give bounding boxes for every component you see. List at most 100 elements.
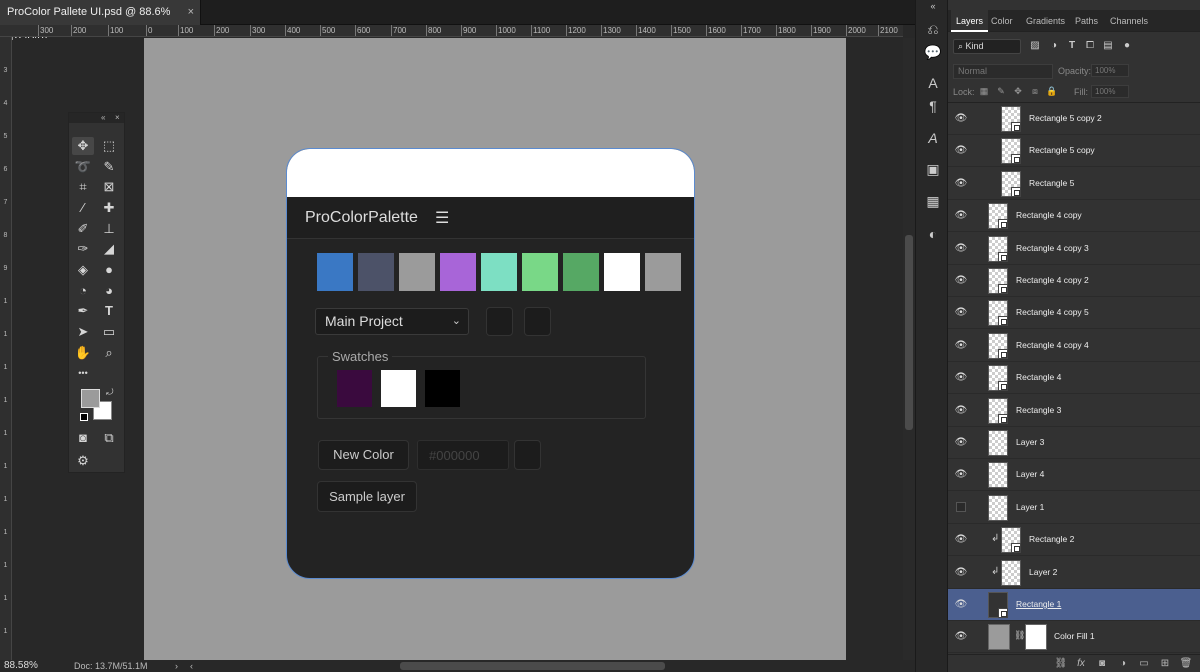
hamburger-menu-icon[interactable]: ☰ <box>435 208 449 228</box>
visibility-eye-icon[interactable]: 👁 <box>954 436 968 450</box>
lasso-tool-icon[interactable]: ➰ <box>72 158 94 176</box>
character-icon[interactable]: A <box>923 73 943 93</box>
document-size[interactable]: Doc: 13.7M/51.1M <box>74 660 148 672</box>
history-brush-tool-icon[interactable]: ✑ <box>72 240 94 258</box>
saved-swatch[interactable] <box>425 370 460 407</box>
layer-row[interactable]: 👁 Rectangle 4 copy 2 <box>948 265 1200 297</box>
foreground-color-swatch-top[interactable] <box>81 389 100 408</box>
eraser-tool-icon[interactable]: ◢ <box>98 240 120 258</box>
palette-swatch[interactable] <box>563 253 599 291</box>
link-layers-icon[interactable]: ⛓ <box>1054 658 1068 670</box>
visibility-eye-icon[interactable]: 👁 <box>954 209 968 223</box>
path-selection-tool-icon[interactable]: ➤ <box>72 323 94 341</box>
adjustments-icon[interactable]: ◐ <box>923 224 943 244</box>
saved-swatch[interactable] <box>381 370 416 407</box>
fill-input[interactable]: 100% <box>1091 85 1129 98</box>
screen-mode-icon[interactable]: ⧉ <box>98 429 120 447</box>
visibility-eye-icon[interactable]: 👁 <box>954 566 968 580</box>
visibility-eye-icon[interactable]: 👁 <box>954 598 968 612</box>
crop-tool-icon[interactable]: ⌗ <box>72 178 94 196</box>
layer-row[interactable]: Layer 1 <box>948 491 1200 524</box>
layer-row[interactable]: 👁 ↲ Layer 2 <box>948 556 1200 589</box>
move-tool-icon[interactable]: ✥ <box>72 137 94 155</box>
tab-paths[interactable]: Paths <box>1070 10 1103 32</box>
status-menu-arrow[interactable]: › <box>175 660 178 672</box>
lock-position-icon[interactable]: ✥ <box>1012 85 1024 97</box>
visibility-eye-icon[interactable]: 👁 <box>954 339 968 353</box>
layer-row[interactable]: 👁 Layer 3 <box>948 427 1200 459</box>
visibility-eye-icon[interactable]: 👁 <box>954 306 968 320</box>
layer-row[interactable]: 👁 Rectangle 3 <box>948 394 1200 427</box>
new-color-button[interactable]: New Color <box>318 440 409 470</box>
more-tools-icon[interactable]: ••• <box>72 364 94 382</box>
type-tool-icon[interactable]: T <box>98 302 120 320</box>
palette-swatch[interactable] <box>604 253 640 291</box>
palette-swatch[interactable] <box>522 253 558 291</box>
tab-color[interactable]: Color <box>986 10 1018 32</box>
hand-tool-icon[interactable]: ✋ <box>72 344 94 362</box>
visibility-off-icon[interactable] <box>956 501 966 512</box>
paragraph-icon[interactable]: ¶ <box>923 96 943 116</box>
tools-panel-header[interactable]: « × <box>69 113 124 123</box>
pen-tool-icon[interactable]: ✒ <box>72 302 94 320</box>
palette-swatch[interactable] <box>440 253 476 291</box>
layer-row[interactable]: 👁 Rectangle 5 copy <box>948 135 1200 168</box>
visibility-eye-icon[interactable]: 👁 <box>954 533 968 547</box>
eyedropper-tool-icon[interactable]: ⁄ <box>72 199 94 217</box>
horizontal-scrollbar-thumb[interactable] <box>400 662 665 670</box>
document-tab[interactable]: ProColor Pallete UI.psd @ 88.6% (RGB/8) … <box>0 0 201 43</box>
add-mask-icon[interactable]: ◙ <box>1095 658 1109 670</box>
type-filter-icon[interactable]: T <box>1065 39 1079 53</box>
visibility-eye-icon[interactable]: 👁 <box>954 630 968 644</box>
rectangle-tool-icon[interactable]: ▭ <box>98 323 120 341</box>
palette-swatch[interactable] <box>481 253 517 291</box>
expand-panels-icon[interactable]: « <box>923 0 943 12</box>
layer-style-icon[interactable]: fx <box>1074 658 1088 670</box>
brush-tool-icon[interactable]: ✐ <box>72 220 94 238</box>
quick-mask-icon[interactable]: ◙ <box>72 429 94 447</box>
visibility-eye-icon[interactable]: 👁 <box>954 112 968 126</box>
visibility-eye-icon[interactable]: 👁 <box>954 144 968 158</box>
visibility-eye-icon[interactable]: 👁 <box>954 274 968 288</box>
visibility-eye-icon[interactable]: 👁 <box>954 371 968 385</box>
zoom-tool-icon[interactable]: ⌕ <box>98 344 120 362</box>
hex-input[interactable]: #000000 <box>417 440 509 470</box>
healing-brush-tool-icon[interactable]: ✚ <box>98 199 120 217</box>
layer-row[interactable]: 👁 Rectangle 4 <box>948 362 1200 395</box>
left-ruler[interactable]: 3456789111111111111 <box>0 37 12 661</box>
new-layer-icon[interactable]: ⊞ <box>1158 658 1172 670</box>
palette-swatch[interactable] <box>399 253 435 291</box>
tab-gradients[interactable]: Gradients <box>1021 10 1070 32</box>
visibility-eye-icon[interactable]: 👁 <box>954 177 968 191</box>
frame-tool-icon[interactable]: ⊠ <box>98 178 120 196</box>
layer-row[interactable]: 👁 Rectangle 4 copy 5 <box>948 297 1200 330</box>
layer-row[interactable]: 👁 Rectangle 4 copy 3 <box>948 232 1200 265</box>
lock-pixels-icon[interactable]: ✎ <box>995 85 1007 97</box>
glyphs-icon[interactable]: A <box>923 128 943 148</box>
comments-icon[interactable]: 💬 <box>923 42 943 62</box>
layer-row[interactable]: 👁 Rectangle 5 <box>948 167 1200 200</box>
delete-layer-icon[interactable]: 🗑 <box>1179 658 1193 670</box>
color-preview-button[interactable] <box>514 440 541 470</box>
lock-all-icon[interactable]: 🔒 <box>1046 85 1058 97</box>
smart-object-filter-icon[interactable]: ▤ <box>1101 39 1115 53</box>
tab-channels[interactable]: Channels <box>1105 10 1153 32</box>
filter-toggle-icon[interactable]: ● <box>1120 39 1134 53</box>
swap-colors-icon[interactable]: ⤾ <box>106 387 114 398</box>
collapse-icon[interactable]: « <box>101 113 105 123</box>
blur-tool-icon[interactable]: ● <box>98 261 120 279</box>
project-select[interactable]: Main Project ⌄ <box>315 308 469 335</box>
new-adjustment-icon[interactable]: ◑ <box>1116 658 1130 670</box>
sample-layer-button[interactable]: Sample layer <box>317 481 417 512</box>
history-icon[interactable]: ⎌ <box>923 19 943 39</box>
libraries-icon[interactable]: ▣ <box>923 159 943 179</box>
paint-bucket-tool-icon[interactable]: ◈ <box>72 261 94 279</box>
saved-swatch[interactable] <box>337 370 372 407</box>
quick-selection-tool-icon[interactable]: ✎ <box>98 158 120 176</box>
table-icon[interactable]: ▦ <box>923 191 943 211</box>
dodge-tool-icon[interactable]: ◔ <box>72 282 94 300</box>
shape-filter-icon[interactable]: ⧠ <box>1083 39 1097 53</box>
visibility-eye-icon[interactable]: 👁 <box>954 242 968 256</box>
default-colors-icon[interactable] <box>80 413 88 421</box>
marquee-tool-icon[interactable]: ⬚ <box>98 137 120 155</box>
